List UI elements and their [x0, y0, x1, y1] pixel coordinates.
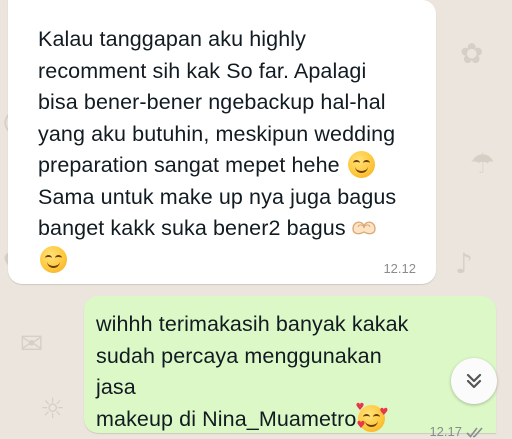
message-line: preparation sangat mepet hehe: [38, 153, 340, 177]
scroll-to-bottom-button[interactable]: [451, 358, 497, 404]
outgoing-message-text: wihhh terimakasih banyak kakak sudah per…: [96, 309, 426, 435]
wallpaper-doodle-icon: ✉: [20, 327, 44, 360]
wallpaper-doodle-icon: ✿: [460, 37, 484, 70]
incoming-message-bubble[interactable]: Kalau tanggapan aku highly recomment sih…: [8, 0, 436, 284]
message-timestamp: 12.12: [383, 261, 416, 276]
message-line: makeup di Nina_Muametro: [96, 406, 357, 431]
wallpaper-doodle-icon: ☂: [470, 147, 496, 180]
wallpaper-doodle-icon: ♪: [455, 247, 473, 280]
message-line: yang aku butuhin, meskipun wedding: [38, 121, 396, 146]
heart-hands-emoji-icon: [352, 221, 376, 235]
message-line: banget kakk suka bener2 bagus: [38, 216, 346, 240]
smiling-face-emoji-icon: [347, 151, 375, 178]
message-line: bisa bener-bener ngebackup hal-hal: [38, 90, 386, 114]
message-line: sudah percaya menggunakan jasa: [96, 343, 382, 400]
message-line: wihhh terimakasih banyak kakak: [96, 312, 409, 336]
message-line: Sama untuk make up nya juga bagus: [38, 184, 397, 209]
wallpaper-doodle-icon: ☼: [40, 392, 66, 425]
incoming-message-text: Kalau tanggapan aku highly recomment sih…: [38, 24, 433, 276]
smiling-face-with-hearts-emoji-icon: ♥ ♥ ♥: [355, 401, 389, 432]
smiling-face-emoji-icon: [40, 245, 67, 273]
message-timestamp: 12.17: [429, 424, 462, 439]
outgoing-message-bubble[interactable]: wihhh terimakasih banyak kakak sudah per…: [84, 296, 496, 439]
double-chevron-down-icon: [466, 373, 482, 389]
message-line: recomment sih kak So far. Apalagi: [38, 58, 367, 83]
message-line: Kalau tanggapan aku highly: [38, 27, 306, 51]
read-receipt-double-check-icon: [466, 427, 483, 438]
